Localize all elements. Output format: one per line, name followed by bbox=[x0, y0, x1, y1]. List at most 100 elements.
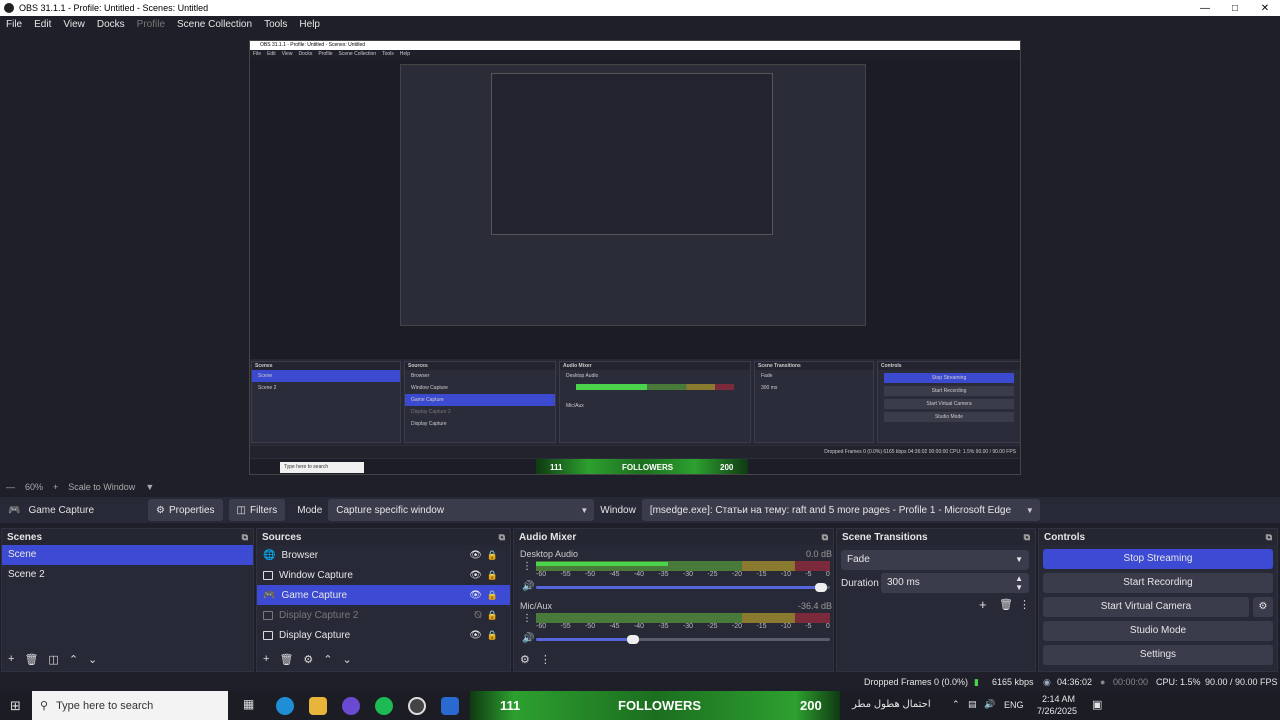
zoom-out-button[interactable]: — bbox=[6, 482, 15, 492]
clock-time[interactable]: 2:14 AM bbox=[1042, 694, 1075, 704]
close-button[interactable]: ✕ bbox=[1250, 3, 1280, 14]
transition-select[interactable]: Fade ▼ bbox=[841, 550, 1029, 570]
task-view-icon[interactable]: ▦ bbox=[243, 697, 261, 715]
menu-profile[interactable]: Profile bbox=[137, 19, 165, 30]
weather-text[interactable]: احتمال هطول مطر bbox=[852, 699, 931, 710]
arrow-up-icon[interactable]: ⌃ bbox=[323, 653, 332, 666]
menu-scene-collection[interactable]: Scene Collection bbox=[177, 19, 252, 30]
arrow-up-icon[interactable]: ⌃ bbox=[69, 653, 78, 666]
monitor-icon bbox=[263, 630, 273, 640]
window-select[interactable]: [msedge.exe]: Статьи на тему: raft and 5… bbox=[641, 499, 1040, 521]
app-icon[interactable] bbox=[342, 696, 360, 715]
studio-mode-button[interactable]: Studio Mode bbox=[1043, 621, 1273, 641]
lock-icon[interactable]: 🔒 bbox=[487, 630, 498, 641]
kebab-menu-icon[interactable]: ⋮ bbox=[522, 561, 532, 572]
nested-preview-deep bbox=[491, 73, 773, 235]
start-recording-button[interactable]: Start Recording bbox=[1043, 573, 1273, 593]
window-title: OBS 31.1.1 - Profile: Untitled - Scenes:… bbox=[19, 3, 209, 13]
menu-edit[interactable]: Edit bbox=[34, 19, 51, 30]
virtual-camera-settings-button[interactable]: ⚙ bbox=[1253, 597, 1273, 617]
network-icon[interactable]: ▤ bbox=[968, 699, 977, 710]
filters-button[interactable]: ◫ Filters bbox=[228, 499, 286, 521]
kebab-menu-icon[interactable]: ⋮ bbox=[522, 613, 532, 624]
volume-slider[interactable] bbox=[536, 635, 830, 644]
source-item[interactable]: Display Capture 2 ⦰ 🔒 bbox=[257, 605, 510, 625]
speaker-icon[interactable]: 🔊 bbox=[522, 633, 534, 644]
kebab-menu-icon[interactable]: ⋮ bbox=[540, 653, 551, 666]
notification-icon[interactable]: ▣ bbox=[1092, 698, 1102, 711]
volume-knob[interactable] bbox=[815, 583, 828, 592]
spin-down-icon[interactable]: ▼ bbox=[1015, 578, 1023, 598]
duration-input[interactable]: 300 ms ▲ ▼ bbox=[881, 573, 1029, 593]
nested-scenes-dock: Scenes Scene Scene 2 bbox=[251, 361, 401, 443]
mixer-settings-icon[interactable]: ⚙ bbox=[520, 653, 530, 666]
minimize-button[interactable]: — bbox=[1190, 3, 1220, 14]
clock-date[interactable]: 7/26/2025 bbox=[1037, 706, 1077, 716]
start-virtual-camera-button[interactable]: Start Virtual Camera bbox=[1043, 597, 1249, 617]
undock-icon[interactable]: ⧉ bbox=[1266, 532, 1272, 543]
volume-icon[interactable]: 🔊 bbox=[984, 699, 995, 710]
arrow-down-icon[interactable]: ⌄ bbox=[343, 653, 352, 666]
properties-button[interactable]: ⚙ Properties bbox=[148, 499, 223, 521]
chevron-up-icon[interactable]: ⌃ bbox=[952, 699, 960, 710]
trash-icon[interactable]: 🗑 bbox=[24, 653, 38, 666]
nested-preview bbox=[250, 59, 1020, 372]
undock-icon[interactable]: ⧉ bbox=[1024, 532, 1030, 543]
meter-ticks: -60 -55 -50 -45 -40 -35 -30 -25 -20 -15 -10 -5 0 bbox=[536, 571, 830, 578]
menu-help[interactable]: Help bbox=[299, 19, 320, 30]
source-item[interactable]: 🌐 Browser 👁 🔒 bbox=[257, 545, 510, 565]
eye-hidden-icon[interactable]: ⦰ bbox=[474, 610, 482, 621]
kebab-menu-icon[interactable]: ⋮ bbox=[1019, 598, 1030, 611]
scale-dropdown-icon[interactable]: ▼ bbox=[145, 482, 154, 492]
menu-docks[interactable]: Docks bbox=[97, 19, 125, 30]
scene-item[interactable]: Scene 2 bbox=[2, 565, 253, 585]
source-item[interactable]: Window Capture 👁 🔒 bbox=[257, 565, 510, 585]
taskbar-search[interactable]: ⚲ Type here to search bbox=[32, 691, 228, 720]
language-indicator[interactable]: ENG bbox=[1004, 700, 1024, 710]
spotify-icon[interactable] bbox=[375, 696, 393, 715]
eye-icon[interactable]: 👁 bbox=[469, 570, 482, 581]
arrow-down-icon[interactable]: ⌄ bbox=[88, 653, 97, 666]
add-icon[interactable]: + bbox=[8, 653, 14, 665]
source-item[interactable]: Display Capture 👁 🔒 bbox=[257, 625, 510, 645]
windows-start-icon[interactable]: ⊞ bbox=[10, 698, 21, 714]
speaker-icon[interactable]: 🔊 bbox=[522, 581, 534, 592]
lock-icon[interactable]: 🔒 bbox=[487, 550, 498, 561]
add-icon[interactable]: + bbox=[263, 653, 269, 665]
scene-item[interactable]: Scene bbox=[2, 545, 253, 565]
volume-slider[interactable] bbox=[536, 583, 830, 592]
nested-controls-dock: Controls Stop Streaming Start Recording … bbox=[877, 361, 1020, 443]
store-icon[interactable] bbox=[441, 696, 459, 715]
source-item[interactable]: 🎮 Game Capture 👁 🔒 bbox=[257, 585, 510, 605]
maximize-button[interactable]: □ bbox=[1220, 3, 1250, 14]
gear-icon[interactable]: ⚙ bbox=[303, 653, 313, 666]
obs-icon[interactable] bbox=[408, 696, 426, 715]
menu-tools[interactable]: Tools bbox=[264, 19, 287, 30]
trash-icon[interactable]: 🗑 bbox=[279, 653, 293, 666]
chevron-down-icon: ▼ bbox=[580, 505, 589, 515]
lock-icon[interactable]: 🔒 bbox=[487, 590, 498, 601]
lock-icon[interactable]: 🔒 bbox=[487, 570, 498, 581]
menu-file[interactable]: File bbox=[6, 19, 22, 30]
undock-icon[interactable]: ⧉ bbox=[499, 532, 505, 543]
preview-canvas[interactable]: OBS 31.1.1 - Profile: Untitled - Scenes:… bbox=[249, 40, 1021, 475]
file-explorer-icon[interactable] bbox=[309, 696, 327, 715]
eye-icon[interactable]: 👁 bbox=[469, 590, 482, 601]
trash-icon[interactable]: 🗑 bbox=[999, 598, 1013, 611]
eye-icon[interactable]: 👁 bbox=[469, 550, 482, 561]
undock-icon[interactable]: ⧉ bbox=[242, 532, 248, 543]
lock-icon[interactable]: 🔒 bbox=[487, 610, 498, 621]
mode-select[interactable]: Capture specific window ▼ bbox=[328, 499, 595, 521]
settings-button[interactable]: Settings bbox=[1043, 645, 1273, 665]
eye-icon[interactable]: 👁 bbox=[469, 630, 482, 641]
zoom-in-button[interactable]: + bbox=[53, 482, 58, 492]
edge-icon[interactable] bbox=[276, 696, 294, 715]
undock-icon[interactable]: ⧉ bbox=[822, 532, 828, 543]
add-icon[interactable]: + bbox=[979, 597, 987, 612]
stop-streaming-button[interactable]: Stop Streaming bbox=[1043, 549, 1273, 569]
filter-icon[interactable]: ◫ bbox=[48, 653, 58, 666]
menu-view[interactable]: View bbox=[63, 19, 85, 30]
channel-db: -36.4 dB bbox=[797, 601, 832, 611]
scale-to-window[interactable]: Scale to Window bbox=[68, 482, 135, 492]
volume-knob[interactable] bbox=[627, 635, 640, 644]
